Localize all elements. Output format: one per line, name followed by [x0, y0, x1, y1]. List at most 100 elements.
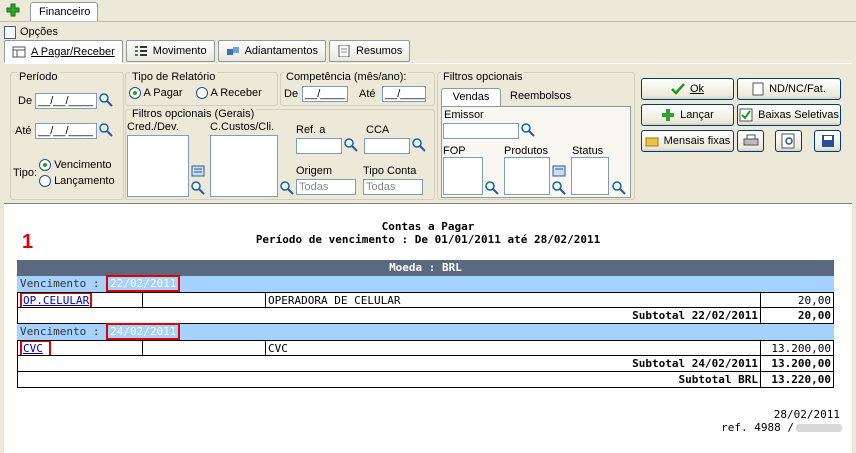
- list-icon: [134, 46, 147, 56]
- produtos-list[interactable]: [504, 157, 550, 195]
- vendas-panel: Emissor FOP Produtos Status: [441, 106, 631, 198]
- report-title: Contas a Pagar: [381, 220, 475, 233]
- search-add-icon[interactable]: [191, 181, 205, 195]
- tab-financeiro[interactable]: Financeiro: [30, 2, 98, 21]
- periodo-de-label: De: [18, 95, 33, 107]
- annotation-marker: 1: [22, 231, 34, 253]
- tab-adiantamentos[interactable]: Adiantamentos: [217, 40, 326, 62]
- account-desc: OPERADORA DE CELULAR: [266, 293, 761, 307]
- ref-label: Ref. a: [296, 124, 326, 136]
- mensais-fixas-button[interactable]: Mensais fixas: [641, 130, 734, 152]
- emissor-field[interactable]: [443, 123, 519, 139]
- document-icon: [752, 82, 764, 96]
- add-icon[interactable]: [6, 3, 20, 17]
- main-tabs: A Pagar/Receber Movimento Adiantamentos …: [4, 40, 411, 63]
- folder-icon: [645, 137, 659, 147]
- cca-field[interactable]: [364, 138, 410, 154]
- competencia-ate-field[interactable]: __/____: [382, 86, 426, 102]
- ccustos-label: C.Custos/Cli.: [210, 121, 275, 133]
- periodo-de-field[interactable]: __/__/____: [35, 93, 97, 109]
- competencia-de-label: De: [284, 88, 299, 100]
- cubes-icon: [226, 47, 239, 55]
- list-search-icon[interactable]: [552, 165, 566, 179]
- checklist-icon: [739, 108, 753, 122]
- account-value: 20,00: [797, 294, 831, 307]
- search-add-icon[interactable]: [552, 181, 566, 195]
- origem-label: Origem: [296, 165, 333, 177]
- top-bar: [0, 0, 856, 22]
- search-add-icon[interactable]: [280, 181, 294, 195]
- radio-lancamento[interactable]: Lançamento: [39, 175, 115, 188]
- competencia-title: Competência (mês/ano):: [284, 71, 409, 83]
- opcoes-menu[interactable]: Opções: [4, 24, 58, 40]
- printer-icon: [743, 134, 758, 146]
- account-value: 13.200,00: [771, 342, 831, 355]
- search-add-icon[interactable]: [612, 181, 626, 195]
- tab-resumos[interactable]: Resumos: [328, 40, 411, 62]
- radio-a-pagar[interactable]: A Pagar: [129, 87, 183, 100]
- status-list[interactable]: [571, 157, 609, 195]
- save-button[interactable]: [814, 130, 841, 152]
- search-icon[interactable]: [344, 138, 358, 152]
- zoom-icon: [781, 133, 794, 149]
- cred-dev-list[interactable]: [127, 135, 189, 197]
- preview-button[interactable]: [775, 130, 802, 152]
- fop-list[interactable]: [443, 157, 483, 195]
- tipo-conta-field[interactable]: Todas: [363, 179, 423, 195]
- vencimento-row: Vencimento : 24/02/2011: [17, 323, 834, 340]
- tab-vendas[interactable]: Vendas: [441, 88, 501, 106]
- produtos-label: Produtos: [504, 145, 549, 157]
- tab-movimento[interactable]: Movimento: [125, 40, 215, 62]
- total-row: Subtotal BRL 13.220,00: [17, 372, 834, 388]
- periodo-ate-field[interactable]: __/__/____: [35, 123, 97, 139]
- radio-a-receber[interactable]: A Receber: [196, 87, 262, 100]
- list-search-icon[interactable]: [191, 165, 205, 179]
- status-label: Status: [572, 145, 604, 157]
- fop-label: FOP: [443, 145, 466, 157]
- tipo-relatorio-title: Tipo de Relatório: [130, 71, 218, 83]
- tipo-relatorio-group: Tipo de Relatório A Pagar A Receber: [125, 71, 278, 106]
- tab-a-pagar-receber[interactable]: A Pagar/Receber: [4, 40, 123, 63]
- lancar-button[interactable]: Lançar: [641, 104, 734, 126]
- competencia-group: Competência (mês/ano): De __/____ Até __…: [280, 71, 435, 106]
- footer-ref: ref. 4988 /: [721, 421, 794, 434]
- search-icon[interactable]: [521, 123, 535, 137]
- radio-vencimento[interactable]: Vencimento: [39, 159, 112, 172]
- ref-field[interactable]: [296, 138, 342, 154]
- print-button[interactable]: [737, 130, 764, 152]
- tab-label: Adiantamentos: [244, 45, 318, 57]
- cca-label: CCA: [366, 124, 390, 136]
- report-area: Contas a Pagar Período de vencimento : D…: [4, 203, 852, 453]
- periodo-title: Período: [17, 71, 60, 83]
- moeda-header: Moeda : BRL: [17, 260, 834, 276]
- account-desc: CVC: [266, 341, 761, 355]
- tipo-label: Tipo:: [13, 167, 38, 179]
- footer-date: 28/02/2011: [773, 408, 840, 421]
- search-add-icon[interactable]: [485, 181, 499, 195]
- periodo-ate-label: Até: [15, 125, 32, 137]
- add-icon: [662, 109, 675, 121]
- tab-label: Movimento: [152, 45, 207, 57]
- filtros-gerais-title: Filtros opcionais (Gerais): [130, 108, 257, 120]
- search-icon[interactable]: [99, 123, 113, 137]
- tab-label: Resumos: [355, 45, 403, 57]
- baixas-seletivas-button[interactable]: Baixas Seletivas: [737, 104, 841, 126]
- search-icon[interactable]: [412, 138, 426, 152]
- vencimento-date: 24/02/2011: [106, 323, 181, 340]
- ok-button[interactable]: Ok: [641, 78, 734, 100]
- account-link[interactable]: OP.CELULAR: [20, 293, 93, 307]
- account-link[interactable]: CVC: [20, 341, 51, 355]
- vencimento-row: Vencimento : 22/02/2011: [17, 275, 834, 292]
- competencia-de-field[interactable]: __/____: [302, 86, 348, 102]
- tipo-conta-label: Tipo Conta: [363, 165, 417, 177]
- search-icon[interactable]: [99, 93, 113, 107]
- origem-field[interactable]: Todas: [296, 179, 356, 195]
- periodo-group: Período De __/__/____ Até __/__/____ Tip…: [10, 71, 124, 200]
- ccustos-list[interactable]: [210, 135, 278, 197]
- opcoes-label: Opções: [20, 26, 58, 38]
- nd-nc-fat-button[interactable]: ND/NC/Fat.: [737, 78, 841, 100]
- filtros-opcionais-title: Filtros opcionais: [441, 71, 525, 83]
- options-icon: [4, 25, 16, 39]
- tab-reembolsos[interactable]: Reembolsos: [510, 90, 571, 102]
- filters-panel: Período De __/__/____ Até __/__/____ Tip…: [4, 63, 852, 203]
